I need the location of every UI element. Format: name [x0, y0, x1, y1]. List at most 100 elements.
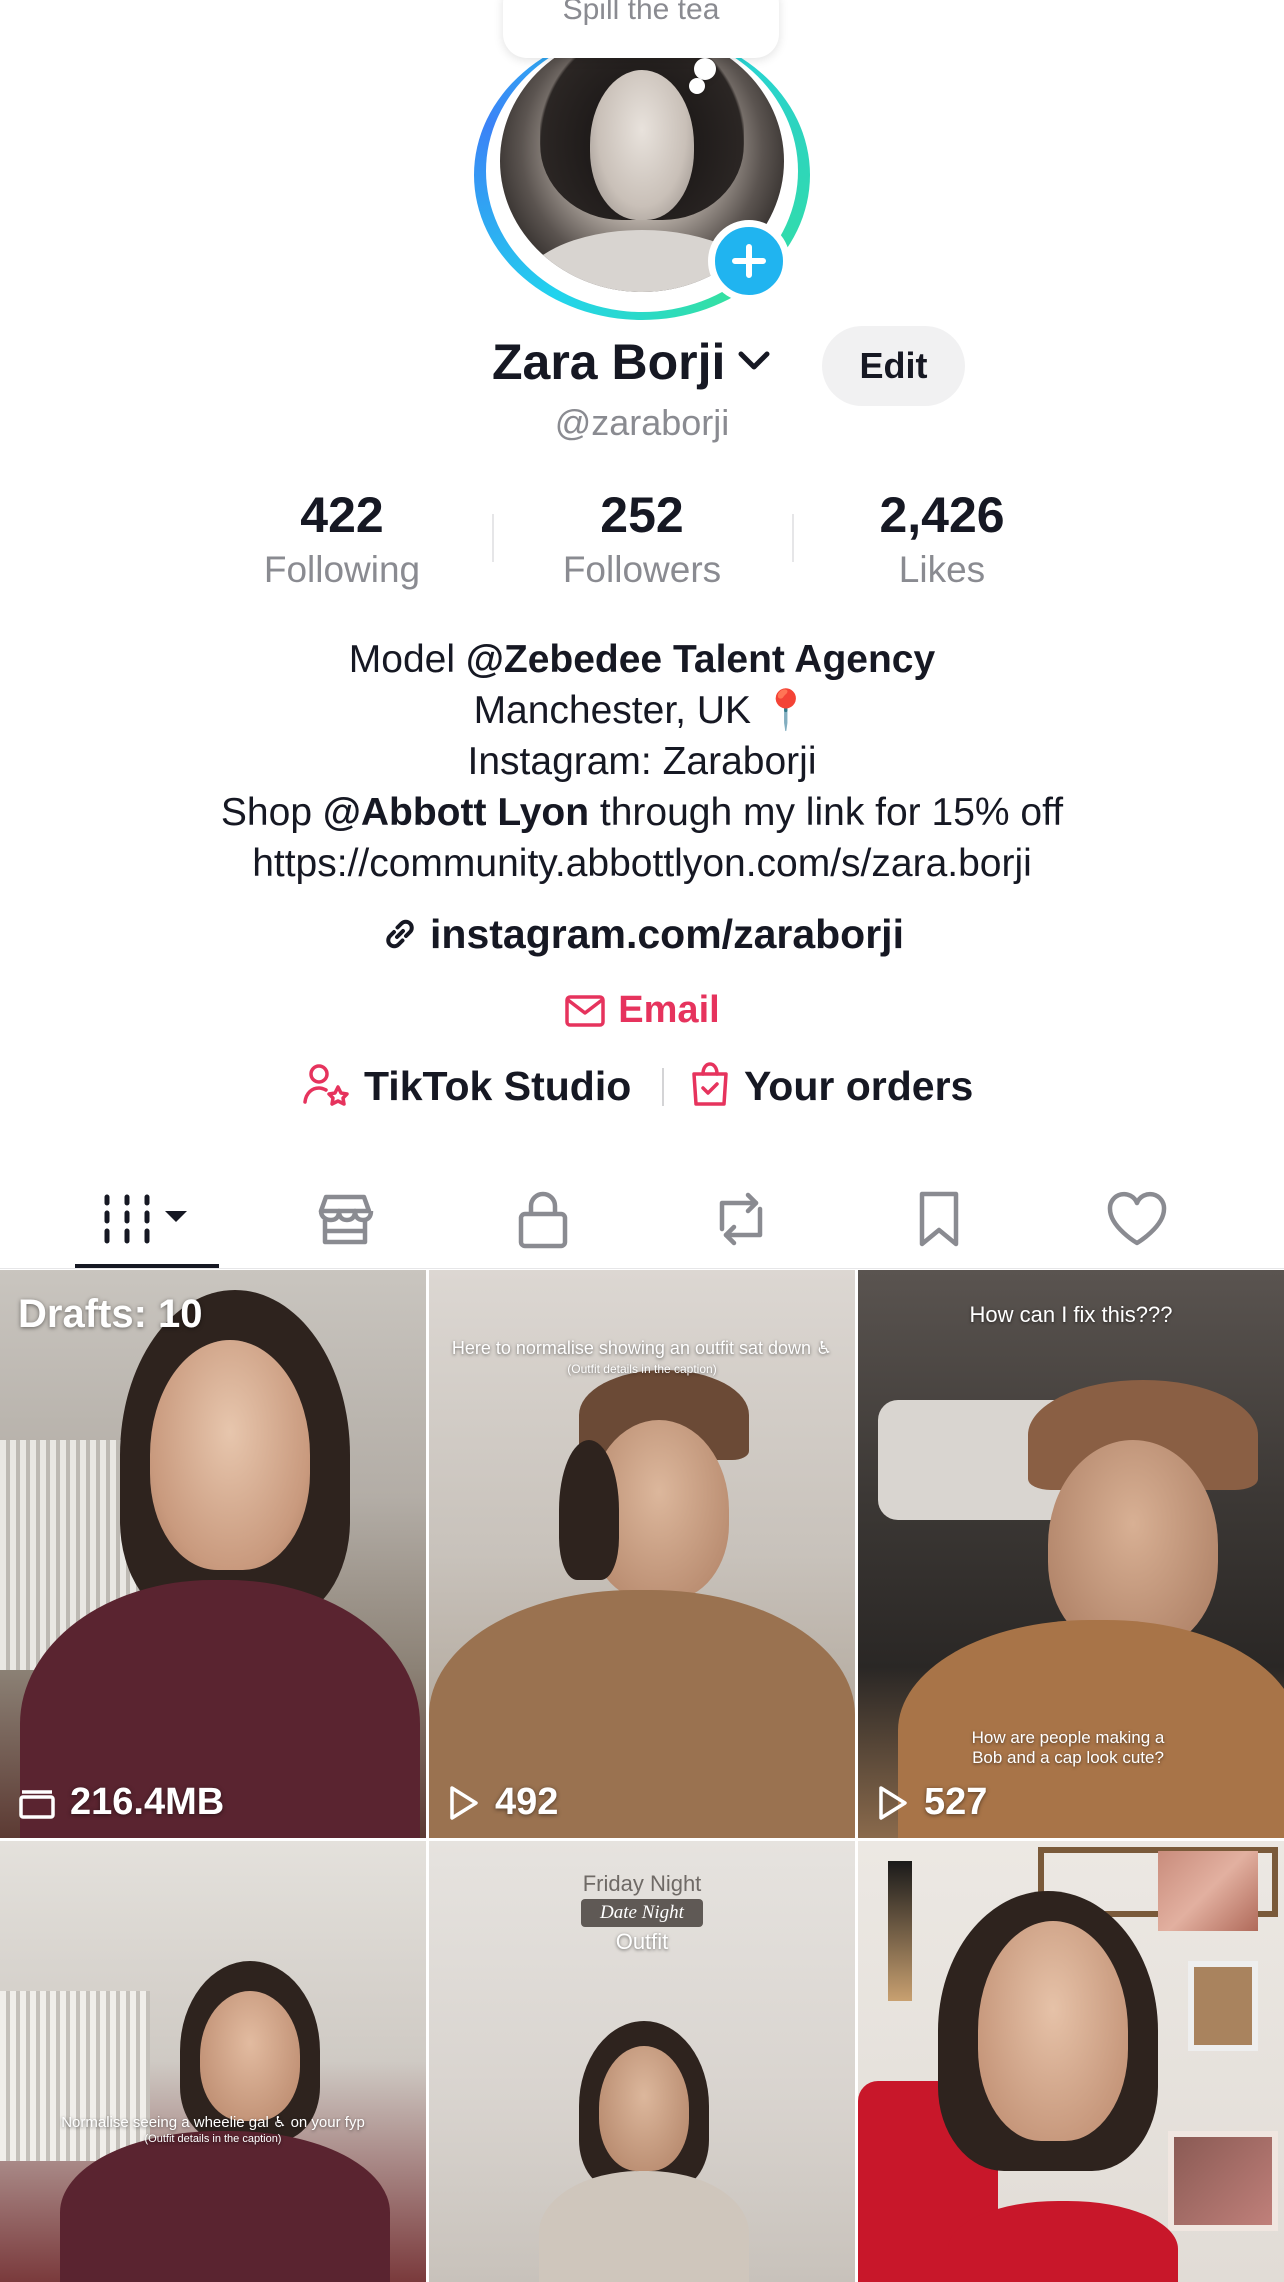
tab-videos[interactable] [48, 1168, 246, 1270]
makeup-compact [1188, 1961, 1258, 2051]
makeup-palette [1158, 1851, 1258, 1931]
tabs-divider [0, 1268, 1284, 1269]
profile-link[interactable]: instagram.com/zaraborji [0, 904, 1284, 964]
email-button[interactable]: Email [0, 980, 1284, 1040]
view-count: 492 [447, 1781, 558, 1824]
thought-bubble[interactable]: Spill the tea [503, 0, 779, 58]
video-caption: Here to normalise showing an outfit sat … [451, 1338, 833, 1358]
stat-followers[interactable]: 252 Followers [532, 484, 752, 594]
name-row: Zara Borji Edit [0, 326, 1284, 406]
person-body [60, 2131, 390, 2282]
plus-icon [732, 244, 766, 278]
drafts-count: Drafts: 10 [18, 1292, 203, 1336]
stat-following-value: 422 [300, 487, 384, 543]
stat-likes[interactable]: 2,426 Likes [832, 484, 1052, 594]
thought-bubble-dot [689, 78, 705, 94]
thought-bubble-dot [694, 58, 716, 80]
person-face [150, 1340, 310, 1570]
video-subcaption: (Outfit details in the caption) [144, 2133, 282, 2145]
avatar-face [590, 70, 694, 220]
bio-text: Model [348, 638, 466, 681]
video-tile[interactable]: Friday Night Date Night Outfit [429, 1841, 855, 2282]
tab-favorites[interactable] [840, 1168, 1038, 1270]
video-caption: Normalise seeing a wheelie gal ♿ on your… [61, 2114, 365, 2131]
profile-link-text: instagram.com/zaraborji [430, 911, 904, 957]
view-count: 527 [876, 1781, 987, 1824]
person-hair [559, 1440, 619, 1580]
bio-line: Shop @Abbott Lyon through my link for 15… [0, 787, 1284, 838]
stat-following-label: Following [263, 549, 421, 590]
bio-line: Instagram: Zaraborji [467, 740, 817, 783]
repost-icon [719, 1192, 763, 1246]
stat-likes-value: 2,426 [879, 487, 1005, 543]
shop-icon [318, 1194, 374, 1245]
videos-grid-icon [104, 1194, 187, 1244]
stat-divider [792, 514, 794, 562]
bio-line: Manchester, UK 📍 [0, 685, 1284, 736]
edit-profile-button[interactable]: Edit [822, 326, 965, 406]
heart-icon [1107, 1191, 1167, 1246]
person-face [1048, 1440, 1218, 1650]
stat-followers-label: Followers [562, 549, 722, 590]
profile-name[interactable]: Zara Borji [492, 326, 725, 398]
play-icon [450, 1785, 478, 1820]
stat-divider [492, 514, 494, 562]
video-caption: Friday Night [582, 1871, 702, 1896]
bio-mention[interactable]: @Abbott Lyon [323, 791, 589, 834]
add-story-button[interactable] [708, 220, 790, 302]
pin-emoji: 📍 [761, 689, 811, 732]
bio-text: Shop [220, 791, 323, 834]
view-count-value: 527 [924, 1781, 988, 1823]
video-caption-tag: Date Night [581, 1899, 703, 1927]
bio-text: Manchester, UK [473, 689, 752, 732]
bio-text: through my link for 15% off [589, 791, 1064, 834]
person-face [978, 1921, 1128, 2141]
tab-reposts[interactable] [642, 1168, 840, 1270]
your-orders-button[interactable]: Your orders [688, 1056, 973, 1116]
bookmark-icon [919, 1191, 959, 1247]
tab-private[interactable] [444, 1168, 642, 1270]
video-tile[interactable]: Normalise seeing a wheelie gal ♿ on your… [0, 1841, 426, 2282]
stat-following[interactable]: 422 Following [232, 484, 452, 594]
drafts-size-value: 216.4MB [70, 1781, 225, 1823]
stat-followers-value: 252 [600, 487, 684, 543]
makeup-palette [1168, 2131, 1278, 2231]
video-tile[interactable]: Here to normalise showing an outfit sat … [429, 1270, 855, 1838]
play-icon [879, 1785, 907, 1820]
profile-handle: @zaraborji [554, 402, 730, 443]
drafts-folder-icon [19, 1789, 55, 1819]
video-caption-secondary: How are people making a Bob and a cap lo… [971, 1728, 1165, 1767]
bio: Model @Zebedee Talent Agency Manchester,… [0, 634, 1284, 889]
video-caption-end: Outfit [615, 1929, 669, 1954]
thought-bubble-text: Spill the tea [562, 0, 720, 26]
creator-tools-row: TikTok Studio Your orders [0, 1056, 1284, 1116]
email-label: Email [618, 989, 720, 1031]
video-tile[interactable]: How can I fix this??? How are people mak… [858, 1270, 1284, 1838]
tools-divider [662, 1068, 664, 1106]
lock-icon [518, 1191, 568, 1249]
view-count-value: 492 [495, 1781, 559, 1823]
mail-icon [565, 995, 606, 1027]
chevron-down-icon[interactable] [736, 348, 772, 376]
video-tile[interactable] [858, 1841, 1284, 2282]
bio-line: Model @Zebedee Talent Agency [0, 634, 1284, 685]
drafts-size: 216.4MB [18, 1781, 224, 1824]
tiktok-studio-label: TikTok Studio [364, 1063, 632, 1109]
person-star-icon [303, 1064, 349, 1106]
your-orders-label: Your orders [744, 1063, 974, 1109]
bio-url: https://community.abbottlyon.com/s/zara.… [252, 842, 1032, 885]
tab-liked[interactable] [1038, 1168, 1236, 1270]
stats-row: 422 Following 252 Followers 2,426 Likes [0, 484, 1284, 594]
stat-likes-label: Likes [898, 549, 986, 590]
tab-shop[interactable] [246, 1168, 444, 1270]
profile-tabs [0, 1168, 1284, 1270]
drafts-tile[interactable]: Drafts: 10 216.4MB [0, 1270, 426, 1838]
video-subcaption: (Outfit details in the caption) [567, 1362, 717, 1376]
bio-mention[interactable]: @Zebedee Talent Agency [466, 638, 935, 681]
person-face [200, 1991, 300, 2121]
tiktok-studio-button[interactable]: TikTok Studio [302, 1056, 631, 1116]
video-caption: How can I fix this??? [969, 1302, 1173, 1327]
video-grid: Drafts: 10 216.4MB Here to normalise sho… [0, 1270, 1284, 2282]
person-face [599, 2046, 689, 2171]
link-icon [386, 919, 414, 949]
